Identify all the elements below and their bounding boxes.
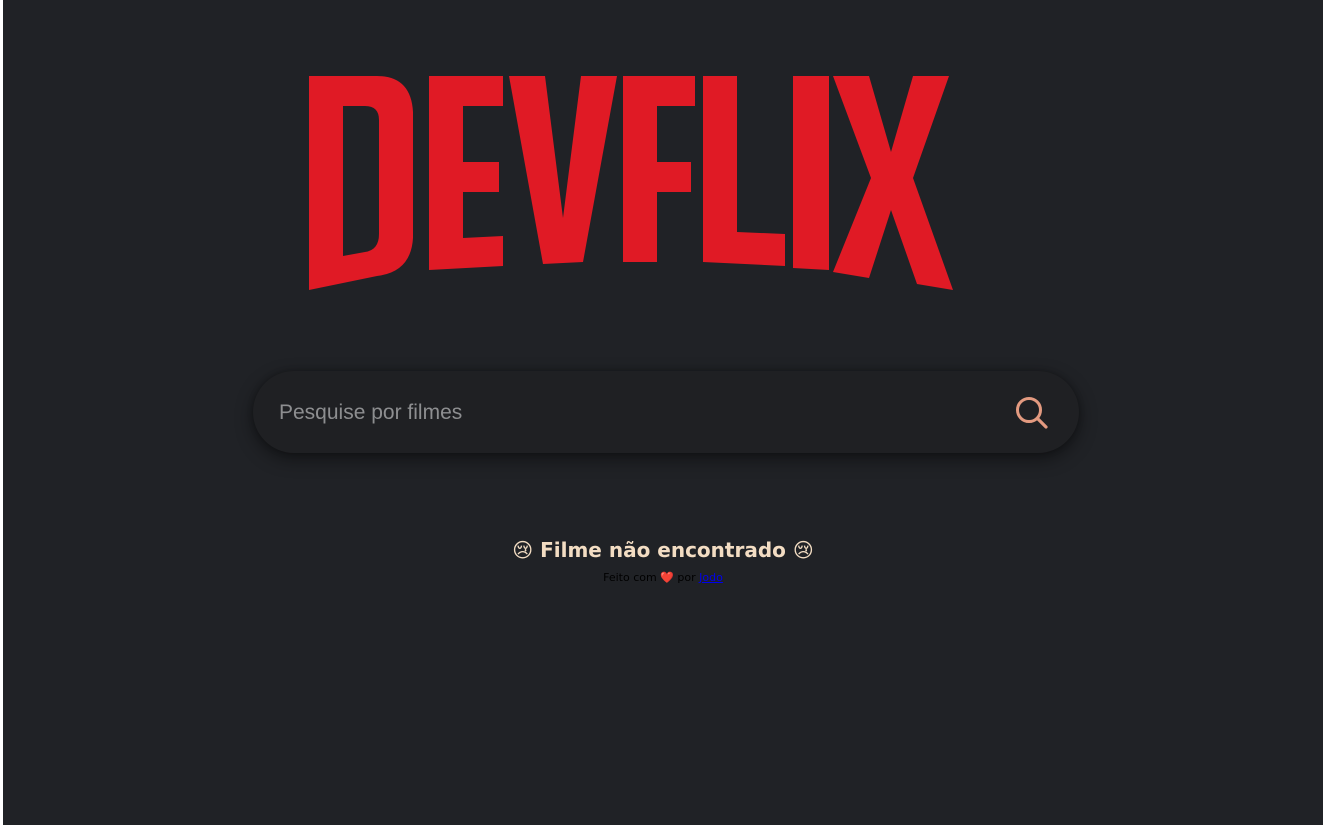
search-icon (1016, 397, 1048, 429)
not-found-text: Filme não encontrado (540, 538, 786, 562)
crying-face-icon: 😢 (512, 538, 534, 562)
author-link[interactable]: Jodo (699, 571, 723, 584)
footer-middle: por (677, 571, 696, 584)
logo-graphic (309, 76, 953, 290)
search-input[interactable] (277, 391, 981, 435)
search-button[interactable] (1010, 391, 1054, 435)
app-container: 😢 Filme não encontrado 😢 Feito com ❤️ po… (3, 0, 1323, 825)
crying-face-icon: 😢 (792, 538, 814, 562)
search-bar (253, 371, 1079, 453)
not-found-message: 😢 Filme não encontrado 😢 (3, 538, 1323, 562)
footer: Feito com ❤️ por Jodo (3, 571, 1323, 584)
footer-prefix: Feito com (603, 571, 657, 584)
heart-icon: ❤️ (660, 571, 674, 584)
devflix-logo (303, 70, 1025, 295)
